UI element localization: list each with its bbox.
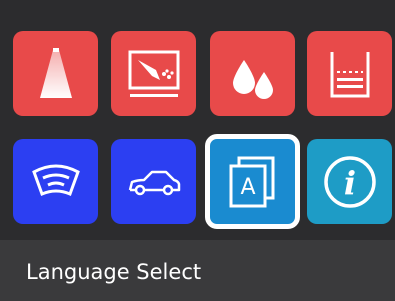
windshield-icon (31, 164, 80, 196)
tile-language[interactable]: A (205, 134, 300, 229)
footer-bar: Language Select (0, 240, 395, 301)
language-letter: A (240, 175, 255, 200)
droplets-icon (232, 59, 273, 99)
tile-info[interactable]: i (307, 139, 392, 224)
menu-grid: A i (0, 0, 395, 240)
tile-screen-spray[interactable] (111, 31, 196, 116)
tile-windshield[interactable] (13, 139, 98, 224)
car-icon (128, 170, 180, 195)
info-icon: i (323, 155, 376, 208)
fluid-level-icon (330, 51, 369, 97)
language-icon: A (229, 156, 274, 207)
tile-car[interactable] (111, 139, 196, 224)
tile-light-beam[interactable] (13, 31, 98, 116)
washer-screen-icon (128, 50, 179, 97)
tile-droplets[interactable] (210, 31, 295, 116)
light-beam-icon (39, 47, 72, 98)
selected-item-label: Language Select (26, 260, 202, 284)
tile-fluid-level[interactable] (307, 31, 392, 116)
info-glyph: i (343, 164, 355, 202)
